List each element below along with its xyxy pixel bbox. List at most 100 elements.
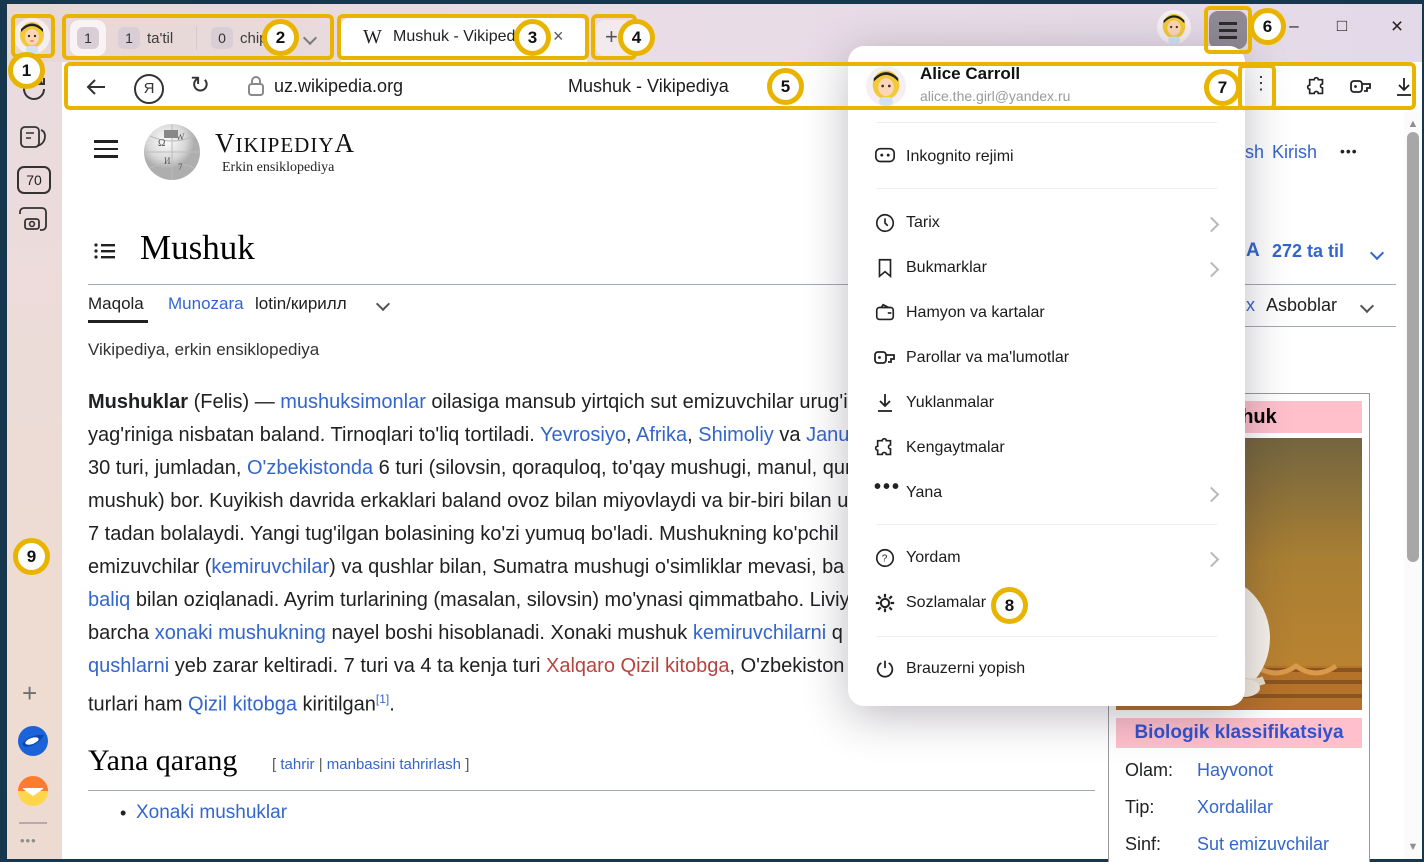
article-subtitle: Vikipediya, erkin ensiklopediya bbox=[88, 340, 319, 360]
sidebar-add-icon[interactable]: + bbox=[22, 678, 37, 709]
menu-item-history[interactable]: Tarix bbox=[906, 214, 940, 232]
lock-icon[interactable] bbox=[247, 75, 265, 97]
menu-profile-avatar[interactable] bbox=[866, 66, 906, 106]
edit-links: [ tahrir | manbasini tahrirlash ] bbox=[272, 756, 469, 773]
profile-avatar[interactable] bbox=[14, 18, 50, 54]
scroll-down-icon[interactable]: ▼ bbox=[1407, 841, 1419, 853]
scrollbar-thumb[interactable] bbox=[1407, 132, 1419, 562]
avatar-girl-icon bbox=[14, 18, 50, 54]
menu-item-incognito[interactable]: Inkognito rejimi bbox=[906, 148, 1014, 166]
menu-item-more[interactable]: Yana bbox=[906, 484, 942, 502]
lang-icon-fragment[interactable]: A bbox=[1246, 240, 1260, 262]
url-text[interactable]: uz.wikipedia.org bbox=[274, 76, 403, 97]
menu-item-downloads[interactable]: Yuklanmalar bbox=[906, 394, 994, 412]
tax-row-label: Olam: bbox=[1125, 760, 1173, 781]
edit-source-link[interactable]: manbasini tahrirlash bbox=[327, 756, 461, 773]
menu-item-bookmarks[interactable]: Bukmarklar bbox=[906, 259, 987, 277]
svg-text:Ω: Ω bbox=[158, 138, 165, 149]
menu-item-wallet[interactable]: Hamyon va kartalar bbox=[906, 304, 1045, 322]
submenu-chevron-icon bbox=[1204, 217, 1220, 233]
login-link[interactable]: Kirish bbox=[1272, 142, 1317, 163]
sidebar-more-icon[interactable]: ••• bbox=[20, 833, 37, 848]
incognito-icon bbox=[874, 146, 896, 166]
yandex-search-icon[interactable]: Я bbox=[134, 74, 164, 104]
profile-avatar-top-right[interactable] bbox=[1157, 10, 1191, 44]
avatar-girl-icon bbox=[866, 66, 906, 106]
wikipedia-globe-logo[interactable]: Ω W И 7 bbox=[142, 122, 202, 182]
page-scrollbar[interactable]: ▲ ▼ bbox=[1404, 112, 1422, 859]
tab-item-count-1: 1 bbox=[118, 27, 140, 49]
callout-3: 3 bbox=[514, 19, 551, 56]
svg-text:?: ? bbox=[882, 554, 888, 565]
passwords-icon[interactable] bbox=[1349, 76, 1373, 98]
see-also-link[interactable]: Xonaki mushuklar bbox=[136, 802, 287, 824]
tax-row-value[interactable]: Sut emizuvchilar bbox=[1197, 834, 1329, 855]
downloads-icon[interactable] bbox=[1394, 75, 1414, 99]
tools-button[interactable]: Asboblar bbox=[1266, 295, 1337, 316]
toc-icon[interactable] bbox=[94, 242, 116, 260]
variant-selector[interactable]: lotin/кирилл bbox=[255, 294, 347, 314]
menu-item-extensions[interactable]: Kengaytmalar bbox=[906, 439, 1005, 457]
power-icon bbox=[874, 658, 896, 680]
scroll-up-icon[interactable]: ▲ bbox=[1407, 118, 1419, 130]
profile-options-icon[interactable]: ⋮ bbox=[1252, 73, 1270, 94]
svg-text:7: 7 bbox=[178, 162, 183, 172]
classification-header: Biologik klassifikatsiya bbox=[1116, 718, 1362, 748]
menu-item-passwords[interactable]: Parollar va ma'lumotlar bbox=[906, 349, 1069, 367]
article-link[interactable]: Shimoliy bbox=[698, 424, 774, 446]
minimize-button[interactable]: – bbox=[1284, 16, 1304, 36]
edit-link[interactable]: tahrir bbox=[280, 756, 314, 773]
submenu-chevron-icon bbox=[1204, 487, 1220, 503]
reload-icon[interactable]: ↻ bbox=[190, 71, 210, 100]
tab-group-pinned[interactable]: 1 bbox=[70, 20, 106, 56]
language-count-button[interactable]: 272 ta til bbox=[1272, 241, 1344, 262]
profile-name: Alice Carroll bbox=[920, 64, 1020, 84]
tab-talk[interactable]: Munozara bbox=[168, 294, 244, 314]
article-link[interactable]: O'zbekistonda bbox=[247, 457, 373, 479]
article-link[interactable]: baliq bbox=[88, 589, 130, 611]
article-link[interactable]: mushuksimonlar bbox=[280, 391, 426, 413]
wiki-wordmark[interactable]: VIKIPEDIYA bbox=[215, 128, 355, 159]
menu-item-quit[interactable]: Brauzerni yopish bbox=[906, 660, 1025, 678]
article-link[interactable]: xonaki mushukning bbox=[155, 622, 326, 644]
callout-7: 7 bbox=[1204, 69, 1241, 106]
browser-window: 1 1 ta'til 0 chipta W Mushuk - Vikipediy… bbox=[0, 0, 1424, 862]
article-link[interactable]: qushlarni bbox=[88, 655, 169, 677]
callout-5: 5 bbox=[767, 68, 804, 105]
back-icon[interactable] bbox=[84, 76, 108, 98]
close-button[interactable]: × bbox=[1387, 15, 1407, 39]
hamburger-icon bbox=[1219, 22, 1237, 25]
downloads-icon bbox=[875, 391, 895, 415]
browser-menu-button[interactable] bbox=[1209, 11, 1247, 49]
yandex-mail-logo[interactable] bbox=[18, 776, 48, 806]
profile-email: alice.the.girl@yandex.ru bbox=[920, 88, 1070, 104]
tab-close-icon[interactable]: × bbox=[553, 26, 564, 47]
callout-1: 1 bbox=[8, 52, 45, 89]
article-link[interactable]: Yevrosiyo bbox=[540, 424, 626, 446]
tab-item-label-1[interactable]: ta'til bbox=[147, 30, 173, 47]
tax-row-value[interactable]: Hayvonot bbox=[1197, 760, 1273, 781]
article-link[interactable]: kemiruvchilar bbox=[211, 556, 329, 578]
passwords-icon bbox=[873, 347, 897, 369]
extensions-icon[interactable] bbox=[1306, 76, 1328, 98]
yandex-browser-logo[interactable] bbox=[18, 726, 48, 756]
extensions-icon bbox=[874, 437, 896, 459]
menu-item-help[interactable]: Yordam bbox=[906, 549, 961, 567]
tax-row-value[interactable]: Xordalilar bbox=[1197, 797, 1273, 818]
menu-item-settings[interactable]: Sozlamalar bbox=[906, 594, 986, 612]
history-icon bbox=[874, 212, 896, 234]
wiki-more-icon[interactable]: ••• bbox=[1340, 143, 1358, 159]
tools-fragment[interactable]: x bbox=[1246, 295, 1255, 316]
wiki-hamburger-icon[interactable] bbox=[94, 140, 118, 158]
article-link[interactable]: Qizil kitobga bbox=[188, 694, 297, 716]
tab-article[interactable]: Maqola bbox=[88, 294, 144, 314]
maximize-button[interactable]: □ bbox=[1332, 16, 1352, 36]
performance-badge[interactable]: 70 bbox=[17, 166, 51, 194]
article-link[interactable]: kemiruvchilarni bbox=[693, 622, 826, 644]
article-link[interactable]: Afrika bbox=[636, 424, 687, 446]
tax-row-label: Tip: bbox=[1125, 797, 1154, 818]
bookmarks-icon bbox=[874, 257, 896, 279]
article-redlink[interactable]: Xalqaro Qizil kitobga bbox=[546, 655, 729, 677]
screenshot-icon[interactable] bbox=[17, 206, 49, 232]
notes-panel-icon[interactable] bbox=[18, 124, 48, 152]
